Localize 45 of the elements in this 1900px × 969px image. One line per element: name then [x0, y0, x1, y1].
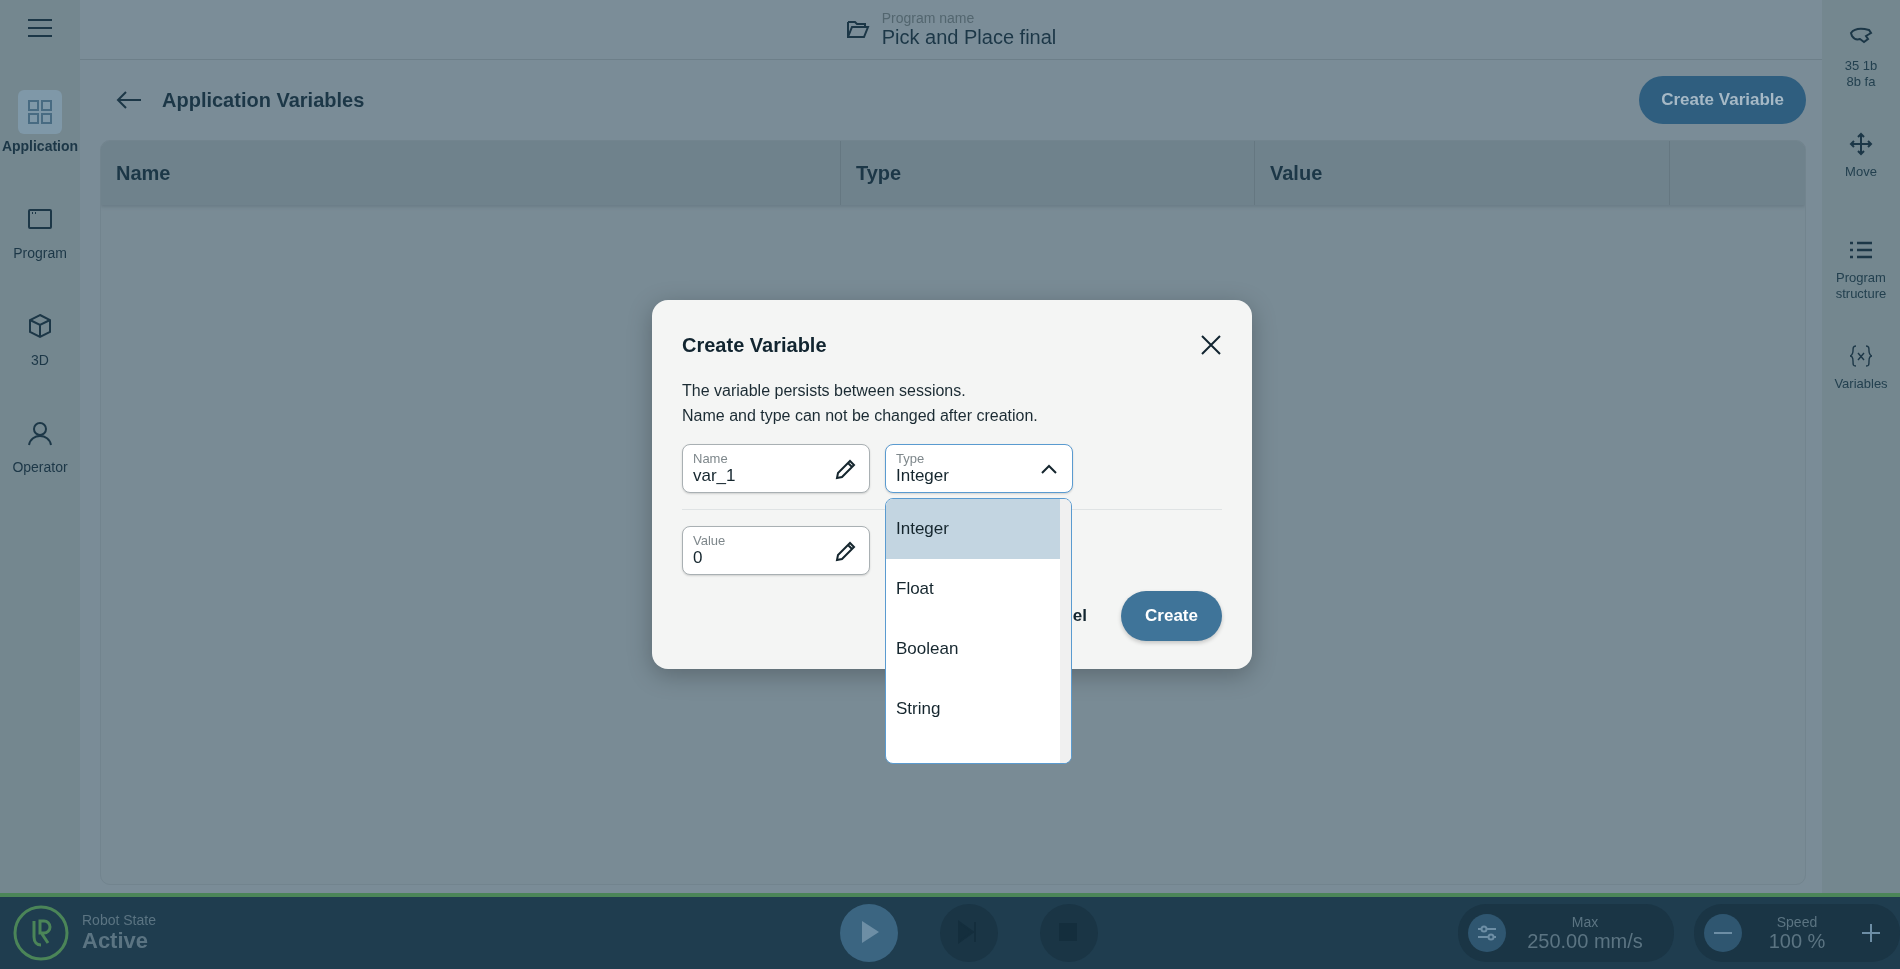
- name-field[interactable]: Name var_1: [682, 444, 870, 493]
- sidebar-item[interactable]: Operator: [0, 411, 80, 518]
- column-header: Name: [101, 141, 841, 205]
- chevron-up-icon: [1040, 462, 1058, 475]
- scrollbar[interactable]: [1060, 499, 1071, 763]
- max-label: Max: [1571, 913, 1599, 930]
- sliders-button[interactable]: [1468, 914, 1506, 952]
- page-title: Application Variables: [162, 88, 365, 112]
- folder-icon: [845, 18, 870, 39]
- person-icon: [26, 419, 54, 447]
- cancel-button[interactable]: el: [1072, 606, 1087, 626]
- column-header: Value: [1255, 141, 1670, 205]
- value-field[interactable]: Value 0: [682, 526, 870, 575]
- create-variable-button[interactable]: Create Variable: [1639, 76, 1806, 124]
- menu-icon[interactable]: [27, 18, 53, 38]
- close-icon[interactable]: [1200, 334, 1222, 356]
- robot-logo-icon: [12, 904, 70, 962]
- toolbar-item[interactable]: Program structure: [1822, 236, 1900, 342]
- cube-icon: [26, 312, 54, 340]
- speed-label: Speed: [1776, 913, 1818, 930]
- max-value: 250.00 mm/s: [1527, 929, 1643, 953]
- variables-icon: [1847, 342, 1875, 370]
- robot-state: Active: [82, 928, 150, 954]
- dropdown-option[interactable]: String: [886, 679, 1061, 739]
- column-header: Type: [841, 141, 1255, 205]
- toolbar-item[interactable]: 35 1b 8b fa: [1822, 24, 1900, 130]
- sidebar-item[interactable]: Application: [0, 90, 80, 197]
- create-button[interactable]: Create: [1121, 591, 1222, 641]
- type-dropdown[interactable]: Type Integer: [885, 444, 1073, 493]
- speed-value: 100 %: [1768, 929, 1826, 953]
- sidebar-item[interactable]: Program: [0, 197, 80, 304]
- program-name: Pick and Place final: [881, 26, 1057, 49]
- sidebar-item[interactable]: 3D: [0, 304, 80, 411]
- back-arrow-icon[interactable]: [116, 90, 142, 110]
- dialog-title: Create Variable: [682, 333, 827, 357]
- toolbar-item[interactable]: Move: [1822, 130, 1900, 236]
- dialog-description: The variable persists between sessions. Name and type can not be changed after creation.: [682, 381, 1039, 426]
- dropdown-option[interactable]: Float: [886, 559, 1061, 619]
- play-button[interactable]: [840, 904, 898, 962]
- toolbar-item[interactable]: Variables: [1822, 342, 1900, 448]
- minus-button[interactable]: [1704, 914, 1742, 952]
- dropdown-option[interactable]: Boolean: [886, 619, 1061, 679]
- move-arrows-icon: [1847, 130, 1875, 158]
- grid-icon: [26, 98, 54, 126]
- robot-state-label: Robot State: [82, 912, 157, 928]
